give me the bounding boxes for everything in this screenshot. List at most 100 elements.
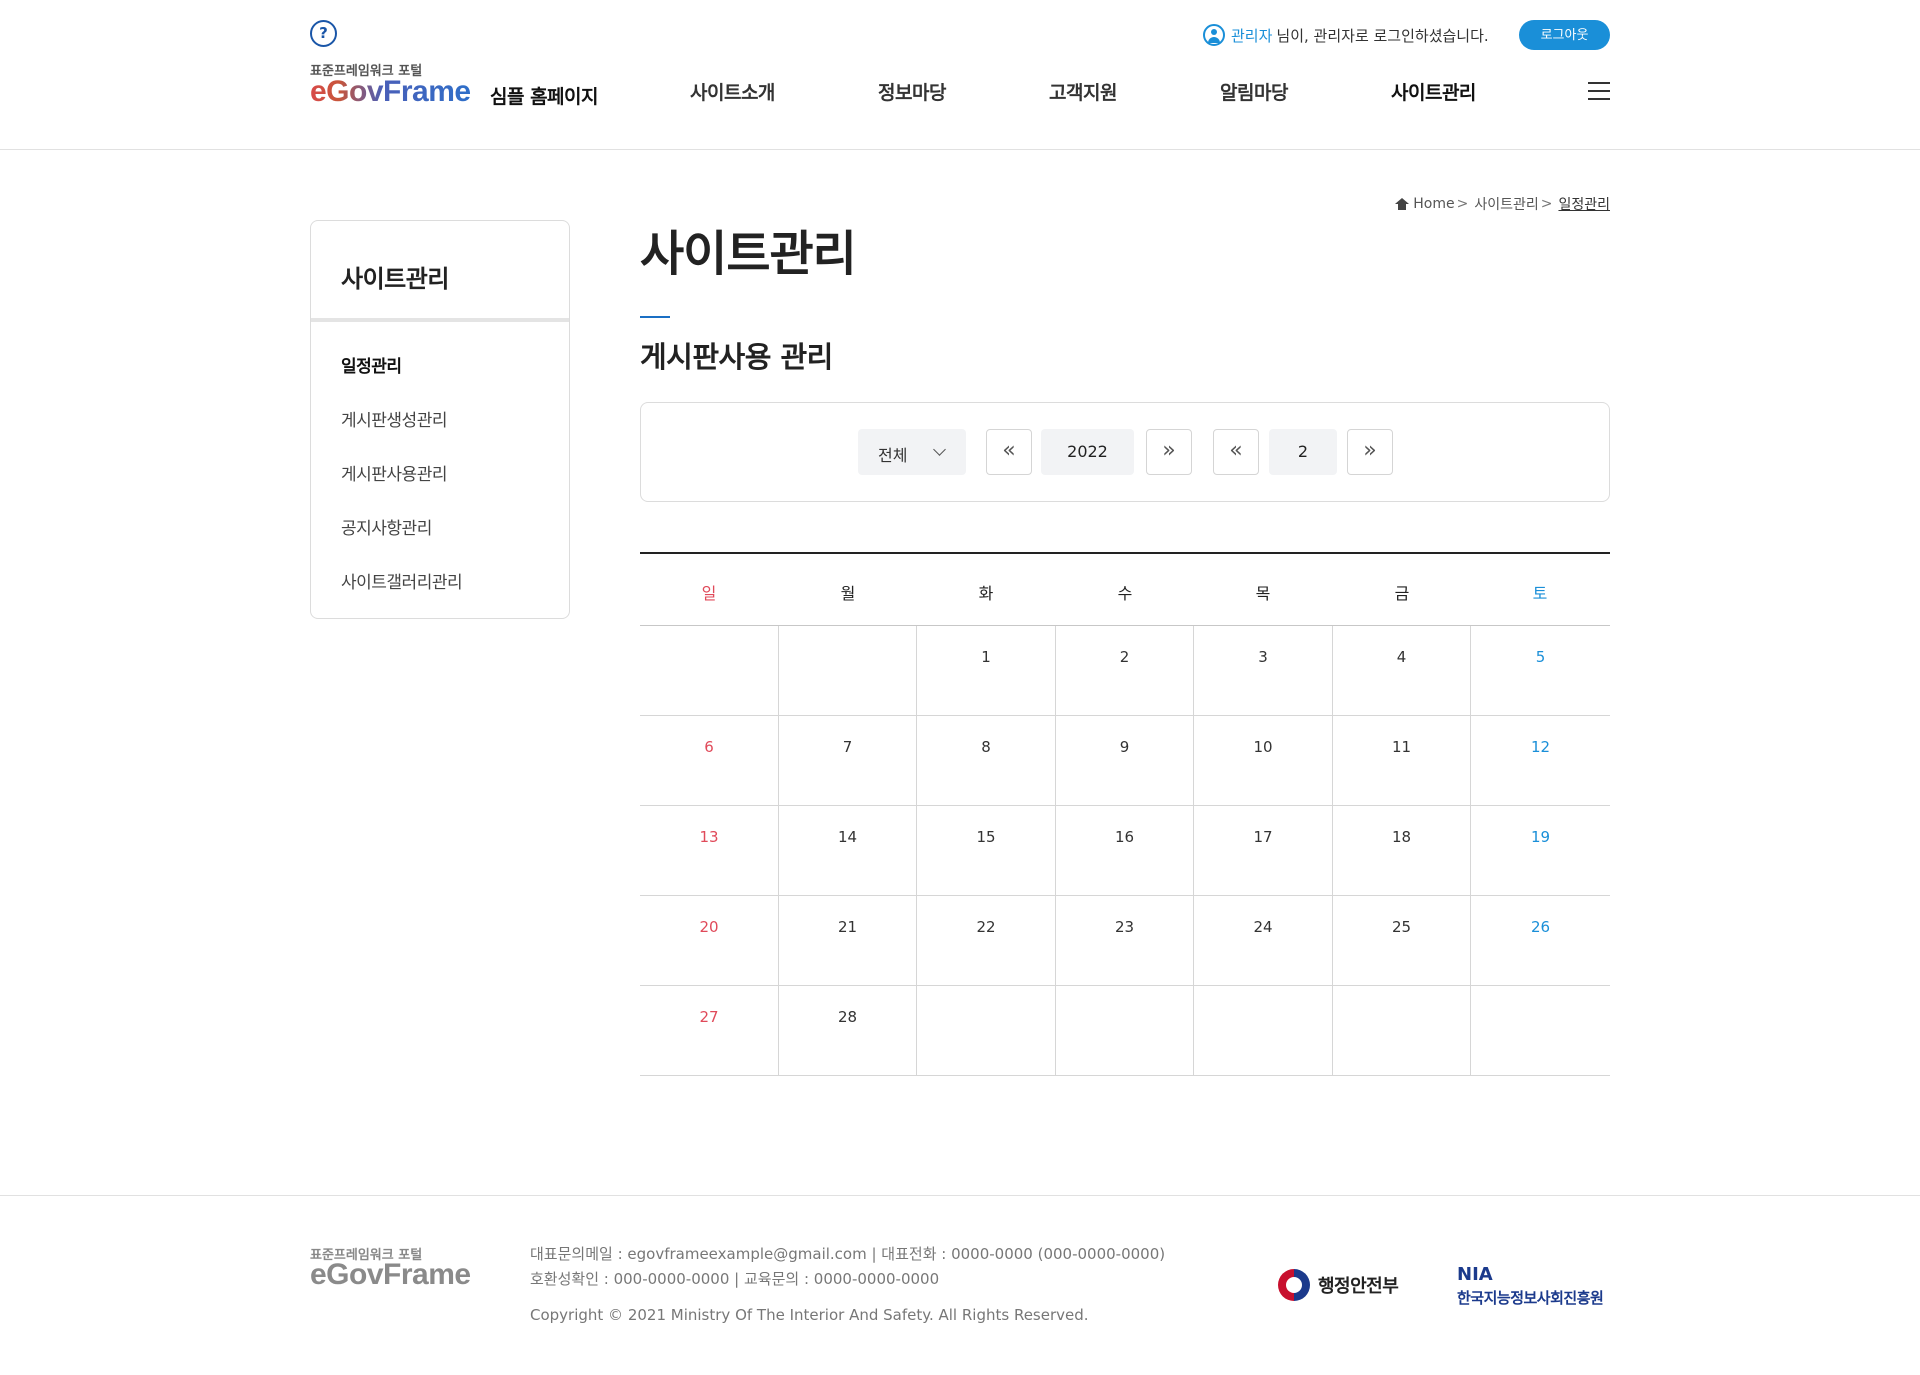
- page-title: 사이트관리: [640, 226, 857, 282]
- nia-mark: NIA: [1457, 1264, 1493, 1285]
- sidebar-title: 사이트관리: [341, 265, 449, 293]
- calendar-day-cell[interactable]: 5: [1471, 626, 1610, 716]
- calendar-day-cell[interactable]: 19: [1471, 806, 1610, 896]
- prev-month-button[interactable]: «: [1213, 429, 1259, 475]
- breadcrumb-current[interactable]: 일정관리: [1558, 194, 1610, 214]
- next-month-button[interactable]: »: [1347, 429, 1393, 475]
- footer-contact: 대표문의메일 : egovframeexample@gmail.com | 대표…: [530, 1245, 1166, 1263]
- login-message: 님이, 관리자로 로그인하셨습니다.: [1276, 26, 1489, 45]
- footer-contact-2: 호환성확인 : 000-0000-0000 | 교육문의 : 0000-0000…: [530, 1270, 940, 1288]
- category-select-value: 전체: [878, 446, 908, 465]
- year-value: 2022: [1041, 429, 1134, 475]
- weekday-thu: 목: [1255, 584, 1271, 603]
- weekday-mon: 월: [840, 584, 856, 603]
- calendar-day-cell[interactable]: [1194, 986, 1333, 1076]
- sidebar-divider: [311, 318, 569, 322]
- home-icon[interactable]: [1395, 197, 1410, 211]
- calendar-day-cell[interactable]: 25: [1333, 896, 1471, 986]
- user-name: 관리자: [1231, 26, 1273, 45]
- footer-logo-wordmark: eGovFrame: [310, 1258, 471, 1291]
- calendar-day-cell[interactable]: 14: [779, 806, 917, 896]
- site-logo[interactable]: 표준프레임워크 포털 eGovFrame 심플 홈페이지: [310, 60, 610, 110]
- user-icon: [1203, 24, 1225, 46]
- nia-label: 한국지능정보사회진흥원: [1457, 1289, 1604, 1307]
- breadcrumb: Home > 사이트관리 > 일정관리: [1395, 194, 1610, 214]
- footer-logo[interactable]: 표준프레임워크 포털 eGovFrame: [310, 1244, 490, 1294]
- sidebar-item-board-use[interactable]: 게시판사용관리: [341, 460, 447, 485]
- calendar-search-box: 전체 « 2022 » « 2 »: [640, 402, 1610, 502]
- calendar-day-cell[interactable]: 8: [917, 716, 1056, 806]
- calendar: 일 월 화 수 목 금 토 1 2 3 4 5 6 7 8 9 10 11 12 13 14 15 16 17 1…: [640, 552, 1610, 1076]
- calendar-day-cell[interactable]: 22: [917, 896, 1056, 986]
- calendar-day-cell[interactable]: [1056, 986, 1194, 1076]
- nav-item-notice[interactable]: 알림마당: [1220, 78, 1288, 108]
- calendar-day-cell[interactable]: 2: [1056, 626, 1194, 716]
- calendar-day-cell[interactable]: 21: [779, 896, 917, 986]
- question-circle-icon[interactable]: ?: [310, 20, 337, 47]
- hamburger-menu-icon[interactable]: [1588, 82, 1610, 100]
- calendar-day-cell[interactable]: 7: [779, 716, 917, 806]
- weekday-fri: 금: [1394, 584, 1410, 603]
- calendar-day-cell[interactable]: 28: [779, 986, 917, 1076]
- mois-logo[interactable]: 행정안전부: [1278, 1267, 1399, 1303]
- calendar-day-cell[interactable]: 15: [917, 806, 1056, 896]
- nia-logo[interactable]: NIA 한국지능정보사회진흥원: [1457, 1264, 1617, 1308]
- page-subtitle: 게시판사용 관리: [640, 340, 833, 374]
- calendar-day-cell[interactable]: 10: [1194, 716, 1333, 806]
- calendar-day-cell[interactable]: 26: [1471, 896, 1610, 986]
- calendar-day-cell[interactable]: 12: [1471, 716, 1610, 806]
- nav-item-about[interactable]: 사이트소개: [690, 78, 775, 108]
- calendar-day-cell[interactable]: 24: [1194, 896, 1333, 986]
- sidebar-item-notice[interactable]: 공지사항관리: [341, 514, 432, 539]
- calendar-day-cell[interactable]: 23: [1056, 896, 1194, 986]
- sidebar: 사이트관리 일정관리 게시판생성관리 게시판사용관리 공지사항관리 사이트갤러리…: [310, 220, 570, 619]
- calendar-day-cell[interactable]: 13: [640, 806, 779, 896]
- prev-year-button[interactable]: «: [986, 429, 1032, 475]
- calendar-day-cell[interactable]: 27: [640, 986, 779, 1076]
- month-value: 2: [1269, 429, 1337, 475]
- taegeuk-emblem-icon: [1278, 1269, 1310, 1301]
- calendar-day-cell[interactable]: [640, 626, 779, 716]
- logout-button[interactable]: 로그아웃: [1519, 20, 1610, 50]
- calendar-day-cell[interactable]: 3: [1194, 626, 1333, 716]
- logo-simple-label: 심플 홈페이지: [490, 86, 599, 108]
- sidebar-item-gallery[interactable]: 사이트갤러리관리: [341, 568, 463, 593]
- calendar-day-cell[interactable]: 1: [917, 626, 1056, 716]
- calendar-day-cell[interactable]: [779, 626, 917, 716]
- chevron-down-icon: [933, 443, 946, 456]
- weekday-sun: 일: [701, 584, 717, 603]
- sidebar-item-board-create[interactable]: 게시판생성관리: [341, 406, 447, 431]
- breadcrumb-separator: >: [1456, 196, 1469, 212]
- calendar-day-cell[interactable]: 6: [640, 716, 779, 806]
- logo-wordmark: eGovFrame: [310, 75, 471, 108]
- weekday-tue: 화: [978, 584, 994, 603]
- sidebar-item-schedule[interactable]: 일정관리: [341, 352, 402, 377]
- breadcrumb-separator: >: [1540, 196, 1553, 212]
- calendar-day-cell[interactable]: 4: [1333, 626, 1471, 716]
- category-select[interactable]: 전체: [858, 429, 966, 475]
- calendar-day-cell[interactable]: 16: [1056, 806, 1194, 896]
- calendar-day-cell[interactable]: 18: [1333, 806, 1471, 896]
- mois-label: 행정안전부: [1318, 1276, 1399, 1297]
- calendar-day-cell[interactable]: 20: [640, 896, 779, 986]
- footer-copyright: Copyright © 2021 Ministry Of The Interio…: [530, 1306, 1089, 1324]
- calendar-day-cell[interactable]: 11: [1333, 716, 1471, 806]
- site-header: ? 표준프레임워크 포털 eGovFrame 심플 홈페이지 사이트소개 정보마…: [0, 0, 1920, 150]
- breadcrumb-home[interactable]: Home: [1413, 196, 1454, 212]
- next-year-button[interactable]: »: [1146, 429, 1192, 475]
- nav-item-support[interactable]: 고객지원: [1049, 78, 1117, 108]
- nav-item-site-admin[interactable]: 사이트관리: [1391, 78, 1476, 108]
- user-status: 관리자 님이, 관리자로 로그인하셨습니다.: [1203, 22, 1489, 48]
- calendar-header: 일 월 화 수 목 금 토: [640, 554, 1610, 626]
- title-accent-bar: [640, 316, 670, 318]
- calendar-day-cell[interactable]: 17: [1194, 806, 1333, 896]
- calendar-day-cell[interactable]: [917, 986, 1056, 1076]
- site-footer: 표준프레임워크 포털 eGovFrame 대표문의메일 : egovframee…: [0, 1195, 1920, 1375]
- breadcrumb-section[interactable]: 사이트관리: [1474, 194, 1538, 214]
- calendar-day-cell[interactable]: [1333, 986, 1471, 1076]
- calendar-day-cell[interactable]: 9: [1056, 716, 1194, 806]
- nav-item-info[interactable]: 정보마당: [878, 78, 946, 108]
- weekday-sat: 토: [1532, 584, 1548, 603]
- weekday-wed: 수: [1117, 584, 1133, 603]
- calendar-day-cell[interactable]: [1471, 986, 1610, 1076]
